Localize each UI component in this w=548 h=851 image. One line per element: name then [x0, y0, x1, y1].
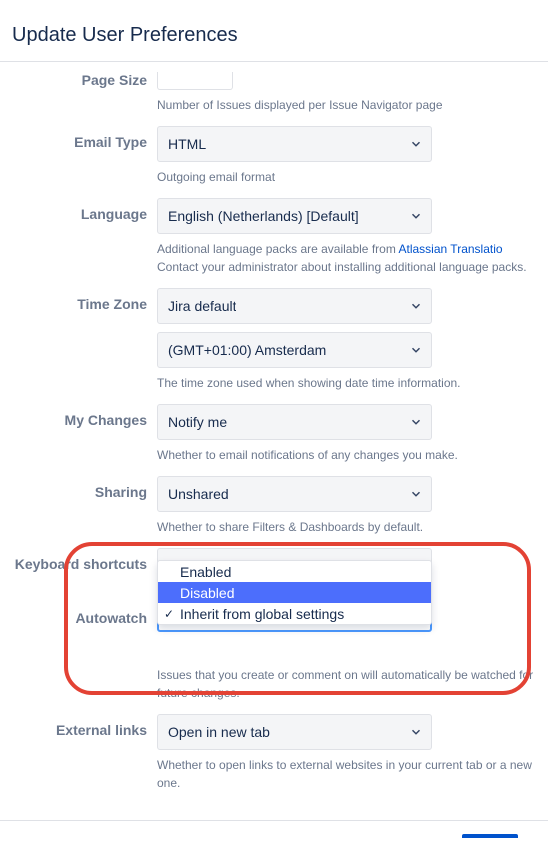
my-changes-select[interactable]: Notify me	[157, 404, 432, 440]
my-changes-hint: Whether to email notifications of any ch…	[157, 446, 537, 464]
autowatch-option-enabled[interactable]: Enabled	[158, 561, 431, 582]
submit-button[interactable]	[462, 834, 518, 838]
chevron-down-icon	[409, 487, 423, 501]
external-links-value: Open in new tab	[168, 724, 270, 740]
email-type-hint: Outgoing email format	[157, 168, 537, 186]
time-zone-label: Time Zone	[0, 288, 157, 312]
language-label: Language	[0, 198, 157, 222]
page-size-label: Page Size	[0, 72, 157, 88]
chevron-down-icon	[409, 209, 423, 223]
time-zone-city-value: (GMT+01:00) Amsterdam	[168, 342, 326, 358]
external-links-hint: Whether to open links to external websit…	[157, 756, 537, 792]
autowatch-option-inherit[interactable]: ✓ Inherit from global settings	[158, 603, 431, 624]
my-changes-label: My Changes	[0, 404, 157, 428]
external-links-select[interactable]: Open in new tab	[157, 714, 432, 750]
language-hint: Additional language packs are available …	[157, 240, 537, 276]
atlassian-translations-link[interactable]: Atlassian Translatio	[399, 242, 503, 256]
chevron-down-icon	[409, 137, 423, 151]
autowatch-option-disabled[interactable]: Disabled	[158, 582, 431, 603]
autowatch-label: Autowatch	[0, 596, 157, 626]
email-type-select[interactable]: HTML	[157, 126, 432, 162]
chevron-down-icon	[409, 299, 423, 313]
language-select[interactable]: English (Netherlands) [Default]	[157, 198, 432, 234]
chevron-down-icon	[409, 415, 423, 429]
dialog-header: Update User Preferences	[0, 0, 548, 62]
language-value: English (Netherlands) [Default]	[168, 208, 359, 224]
page-title: Update User Preferences	[12, 24, 548, 47]
email-type-label: Email Type	[0, 126, 157, 150]
sharing-hint: Whether to share Filters & Dashboards by…	[157, 518, 537, 536]
email-type-value: HTML	[168, 136, 206, 152]
sharing-value: Unshared	[168, 486, 229, 502]
time-zone-hint: The time zone used when showing date tim…	[157, 374, 537, 392]
keyboard-shortcuts-label: Keyboard shortcuts	[0, 548, 157, 572]
autowatch-hint: Issues that you create or comment on wil…	[157, 666, 537, 702]
sharing-select[interactable]: Unshared	[157, 476, 432, 512]
chevron-down-icon	[409, 343, 423, 357]
page-size-hint: Number of Issues displayed per Issue Nav…	[157, 96, 537, 114]
time-zone-region-select[interactable]: Jira default	[157, 288, 432, 324]
dialog-footer	[0, 820, 548, 838]
check-icon: ✓	[164, 607, 180, 621]
chevron-down-icon	[409, 725, 423, 739]
page-size-input[interactable]	[157, 72, 233, 90]
time-zone-city-select[interactable]: (GMT+01:00) Amsterdam	[157, 332, 432, 368]
time-zone-region-value: Jira default	[168, 298, 236, 314]
autowatch-dropdown: Enabled Disabled ✓ Inherit from global s…	[157, 560, 432, 625]
preferences-form: Page Size Number of Issues displayed per…	[0, 62, 548, 798]
my-changes-value: Notify me	[168, 414, 227, 430]
external-links-label: External links	[0, 714, 157, 738]
sharing-label: Sharing	[0, 476, 157, 500]
